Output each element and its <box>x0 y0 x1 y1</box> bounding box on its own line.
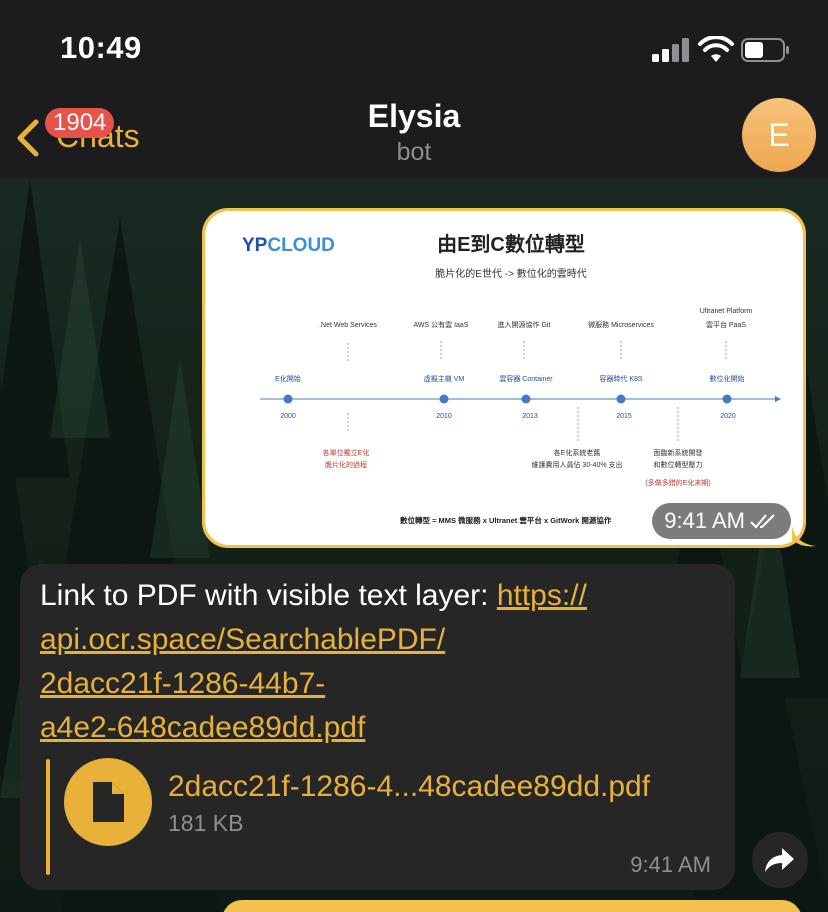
status-time: 10:49 <box>60 30 142 65</box>
note: 維護費用人員佔 30-40% 支出 <box>531 460 622 469</box>
chat-title[interactable]: Elysia <box>0 98 828 135</box>
image-message-bubble[interactable]: YPCLOUD 由E到C數位轉型 脆片化的E世代 -> 數位化的雲時代 .Net… <box>202 208 806 548</box>
point-label: 容器時代 K8S <box>599 374 643 383</box>
image-timestamp: 9:41 AM <box>652 503 791 539</box>
text-message-bubble[interactable]: Link to PDF with visible text layer: htt… <box>20 564 735 890</box>
avatar[interactable]: E <box>742 98 816 172</box>
chat-header: Chats 1904 Elysia bot E <box>0 96 828 179</box>
point-label: 雲容器 Container <box>499 374 553 383</box>
pdf-link[interactable]: 2dacc21f-1286-44b7- <box>40 667 325 700</box>
pdf-link[interactable]: api.ocr.space/SearchablePDF/ <box>40 623 445 656</box>
top-label: AWS 公有雲 IaaS <box>414 320 469 329</box>
note: (多做多錯的E化末期) <box>645 478 710 487</box>
chat-background: YPCLOUD 由E到C數位轉型 脆片化的E世代 -> 數位化的雲時代 .Net… <box>0 178 828 912</box>
image-time-text: 9:41 AM <box>664 508 745 533</box>
message-text: Link to PDF with visible text layer: htt… <box>40 574 720 750</box>
slide-subtitle: 脆片化的E世代 -> 數位化的雲時代 <box>435 267 586 280</box>
year-label: 2010 <box>436 413 452 420</box>
note: 各單位獨立E化 <box>323 448 370 457</box>
year-label: 2013 <box>522 413 538 420</box>
share-icon <box>765 848 794 872</box>
document-icon <box>93 782 124 822</box>
battery-icon <box>741 38 789 62</box>
note: 各E化系統老舊 <box>554 448 601 457</box>
file-name[interactable]: 2dacc21f-1286-4...48cadee89dd.pdf <box>168 770 650 804</box>
slide-title: 由E到C數位轉型 <box>437 232 585 256</box>
point-label: 虛擬主機 VM <box>424 374 465 383</box>
top-label: 進入開源協作 Git <box>498 320 551 329</box>
point-label: E化開始 <box>275 374 301 383</box>
share-button[interactable] <box>752 832 808 888</box>
svg-text:YPCLOUD: YPCLOUD <box>242 235 335 256</box>
slide-image[interactable]: YPCLOUD 由E到C數位轉型 脆片化的E世代 -> 數位化的雲時代 .Net… <box>205 211 803 545</box>
status-bar: 10:49 <box>0 0 828 96</box>
top-label: 雲平台 PaaS <box>706 320 746 329</box>
pdf-link[interactable]: https:// <box>497 579 587 612</box>
file-download-button[interactable] <box>64 758 152 846</box>
slide-footer: 數位轉型 = MMS 微服務 x Ultranet 雲平台 x GitWork … <box>400 515 612 525</box>
message-prefix: Link to PDF with visible text layer: <box>40 579 497 612</box>
signal-icon <box>652 38 692 62</box>
bubble-tail <box>792 526 816 547</box>
timeline-slide: YPCLOUD 由E到C數位轉型 脆片化的E世代 -> 數位化的雲時代 .Net… <box>242 232 781 525</box>
wifi-icon <box>698 36 734 62</box>
note: 面臨新系統開發 <box>654 448 703 457</box>
top-label: 微服務 Microservices <box>588 320 654 329</box>
note: 脆片化的過程 <box>325 460 367 469</box>
note: 和數位轉型壓力 <box>654 460 703 469</box>
year-label: 2020 <box>720 413 736 420</box>
file-size: 181 KB <box>168 810 244 836</box>
double-check-icon <box>750 514 775 529</box>
top-label: Ultranet Platform <box>700 308 753 315</box>
year-label: 2000 <box>280 413 296 420</box>
chat-subtitle: bot <box>396 138 432 166</box>
message-timestamp: 9:41 AM <box>630 852 711 877</box>
year-label: 2015 <box>616 413 632 420</box>
logo-cloud: CLOUD <box>267 235 335 256</box>
next-message-bubble[interactable] <box>222 900 802 912</box>
point-label: 數位化開始 <box>710 374 745 383</box>
pdf-link[interactable]: a4e2-648cadee89dd.pdf <box>40 711 365 744</box>
top-label: .Net Web Services <box>319 322 377 329</box>
logo-yp: YP <box>242 235 268 256</box>
link-preview-bar <box>46 759 50 875</box>
